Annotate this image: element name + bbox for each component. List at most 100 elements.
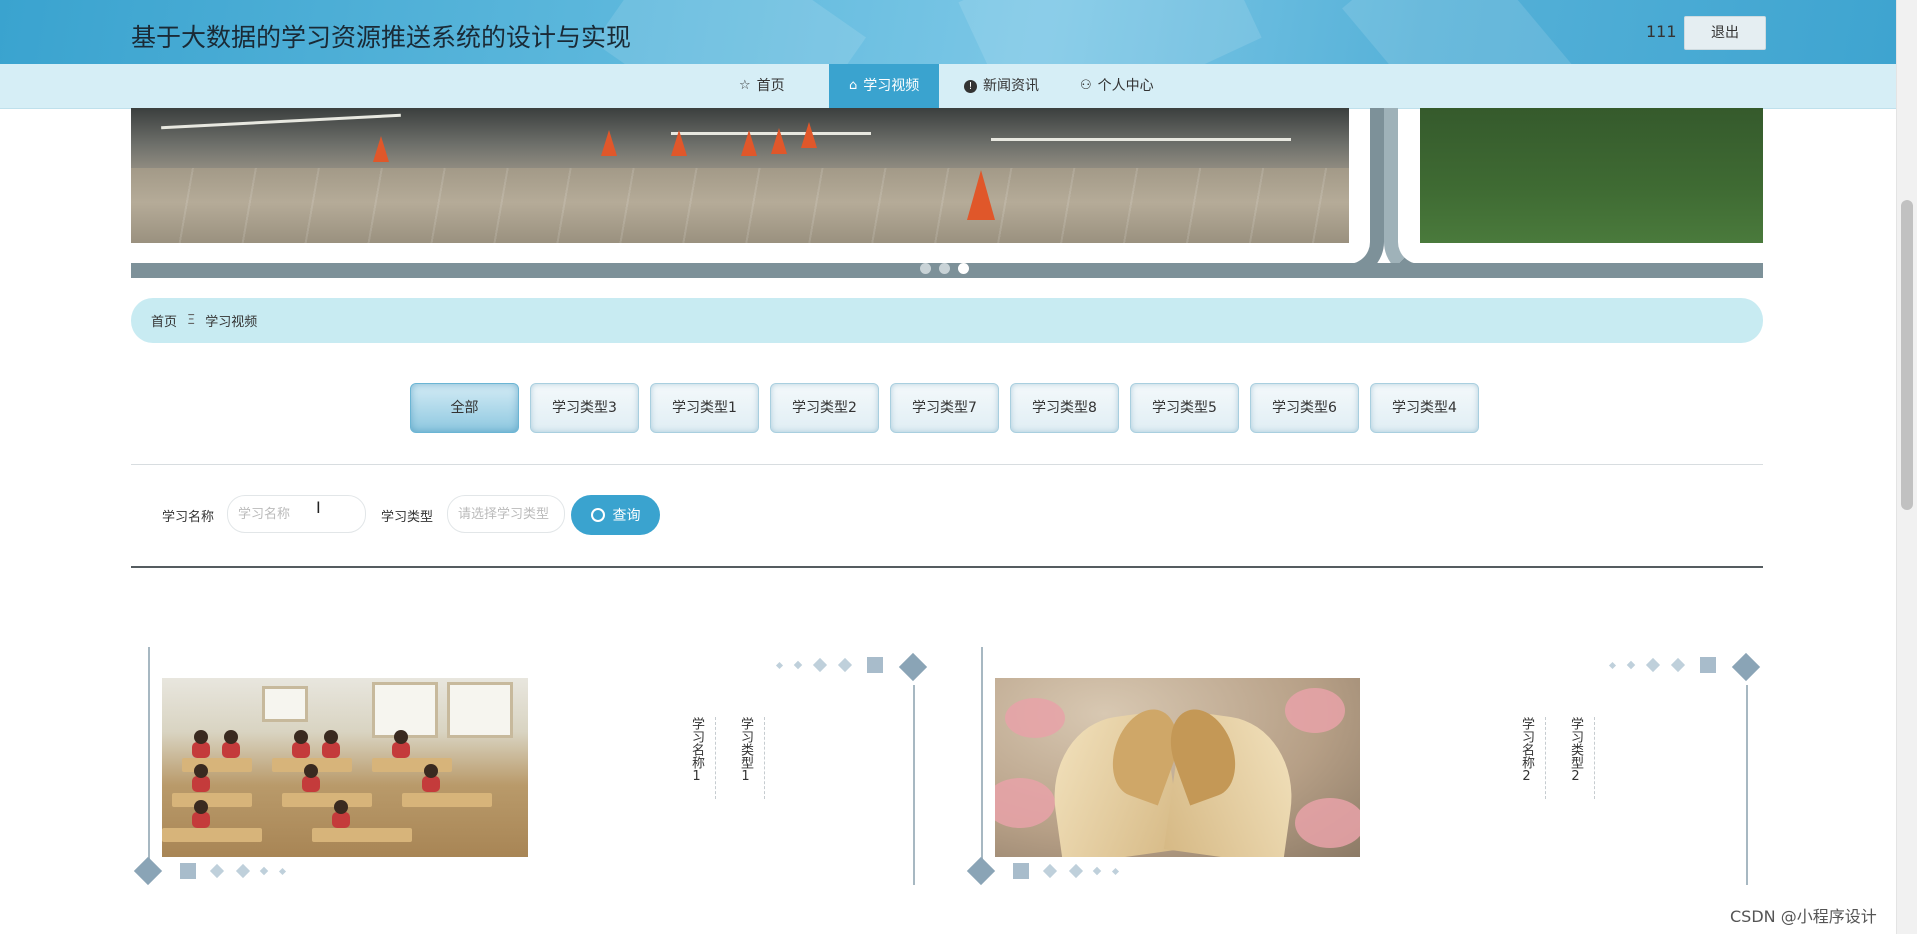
diamond-decor <box>259 866 269 876</box>
student <box>224 730 238 744</box>
header-decor <box>958 0 1262 64</box>
category-type-5[interactable]: 学习类型5 <box>1130 383 1239 433</box>
username-label: 111 <box>1646 22 1677 41</box>
diamond-decor <box>1645 657 1661 673</box>
carousel-dot[interactable] <box>939 263 950 274</box>
type-select[interactable] <box>447 495 565 533</box>
category-type-2[interactable]: 学习类型2 <box>770 383 879 433</box>
site-title: 基于大数据的学习资源推送系统的设计与实现 <box>131 23 632 52</box>
name-search-input[interactable] <box>227 495 366 533</box>
classroom-image <box>162 678 528 857</box>
diamond-decor <box>235 863 251 879</box>
card-resource-type: 学习类型1 <box>738 717 753 784</box>
divider <box>131 464 1763 465</box>
diamond-decor <box>1042 863 1058 879</box>
card-decor-line <box>913 685 915 885</box>
card-decor-line <box>981 647 983 862</box>
student <box>392 742 410 758</box>
resource-thumbnail[interactable] <box>162 678 528 857</box>
diamond-decor <box>209 863 225 879</box>
desk <box>312 828 412 842</box>
banner-frame <box>1384 108 1420 278</box>
student <box>394 730 408 744</box>
traffic-cone <box>967 170 995 220</box>
carousel-dot[interactable] <box>920 263 931 274</box>
category-all[interactable]: 全部 <box>410 383 519 433</box>
student <box>194 800 208 814</box>
card-resource-name: 学习名称1 <box>689 717 704 784</box>
resource-thumbnail[interactable] <box>995 678 1360 857</box>
carousel-next-slide[interactable] <box>1420 108 1763 243</box>
open-book-image <box>995 678 1360 857</box>
dashed-separator <box>764 717 765 799</box>
petal <box>1295 798 1360 848</box>
student <box>322 742 340 758</box>
user-icon: ⚇ <box>1080 78 1092 93</box>
resource-card[interactable]: 学习名称2 学习类型2 <box>965 645 1775 890</box>
category-type-1[interactable]: 学习类型1 <box>650 383 759 433</box>
window <box>372 682 438 738</box>
student <box>424 764 438 778</box>
category-type-4[interactable]: 学习类型4 <box>1370 383 1479 433</box>
resource-card[interactable]: 学习名称1 学习类型1 <box>132 645 942 890</box>
dashed-separator <box>715 717 716 799</box>
logout-button[interactable]: 退出 <box>1684 16 1766 50</box>
traffic-cone <box>741 130 757 156</box>
main-nav: ☆ 首页 ⌂ 学习视频 ! 新闻资讯 ⚇ 个人中心 <box>0 64 1896 109</box>
nav-item-study-videos[interactable]: ⌂ 学习视频 <box>829 64 940 108</box>
diamond-decor <box>1626 660 1636 670</box>
category-type-8[interactable]: 学习类型8 <box>1010 383 1119 433</box>
petal <box>1005 698 1065 738</box>
square-decor <box>1013 863 1029 879</box>
nav-item-label: 个人中心 <box>1097 78 1154 94</box>
watermark: CSDN @小程序设计 <box>1730 907 1877 926</box>
student <box>304 764 318 778</box>
traffic-cone <box>771 128 787 154</box>
student <box>194 730 208 744</box>
desk <box>402 793 492 807</box>
diamond-decor <box>278 867 287 876</box>
desk <box>162 828 262 842</box>
divider <box>131 566 1763 568</box>
category-type-7[interactable]: 学习类型7 <box>890 383 999 433</box>
scrollbar-thumb[interactable] <box>1901 200 1913 510</box>
diamond-decor <box>133 856 163 886</box>
student <box>324 730 338 744</box>
desk <box>172 793 252 807</box>
desk <box>282 793 372 807</box>
breadcrumb-home-link[interactable]: 首页 <box>151 311 177 330</box>
card-decor-line <box>148 647 150 862</box>
header-decor <box>594 0 866 64</box>
square-decor <box>180 863 196 879</box>
student <box>332 812 350 828</box>
star-icon: ☆ <box>739 78 751 93</box>
carousel-dot-active[interactable] <box>958 263 969 274</box>
category-type-3[interactable]: 学习类型3 <box>530 383 639 433</box>
search-icon <box>590 508 605 522</box>
page-scrollbar[interactable] <box>1896 0 1917 934</box>
carousel-slide-image[interactable] <box>131 108 1349 243</box>
category-type-6[interactable]: 学习类型6 <box>1250 383 1359 433</box>
diamond-decor <box>1670 657 1686 673</box>
nav-item-profile[interactable]: ⚇ 个人中心 <box>1080 64 1154 108</box>
nav-item-label: 新闻资讯 <box>983 78 1039 94</box>
header-decor <box>1342 0 1578 64</box>
diamond-decor <box>793 660 803 670</box>
student <box>294 730 308 744</box>
nav-item-news[interactable]: ! 新闻资讯 <box>964 64 1039 108</box>
banner-frame <box>1348 108 1384 278</box>
banner-road <box>131 108 1349 168</box>
category-filter: 全部 学习类型3 学习类型1 学习类型2 学习类型7 学习类型8 学习类型5 学… <box>410 383 1479 433</box>
student <box>302 776 320 792</box>
desk <box>372 758 452 772</box>
road-marking <box>161 113 401 130</box>
window <box>262 686 308 722</box>
text-cursor-icon: I <box>316 498 321 517</box>
breadcrumb: 首页 Ξ 学习视频 <box>131 298 1763 343</box>
info-icon: ! <box>964 79 977 93</box>
traffic-cone <box>671 130 687 156</box>
traffic-cone <box>801 122 817 148</box>
nav-item-home[interactable]: ☆ 首页 <box>739 64 785 108</box>
search-button[interactable]: 查询 <box>571 495 660 535</box>
student <box>334 800 348 814</box>
